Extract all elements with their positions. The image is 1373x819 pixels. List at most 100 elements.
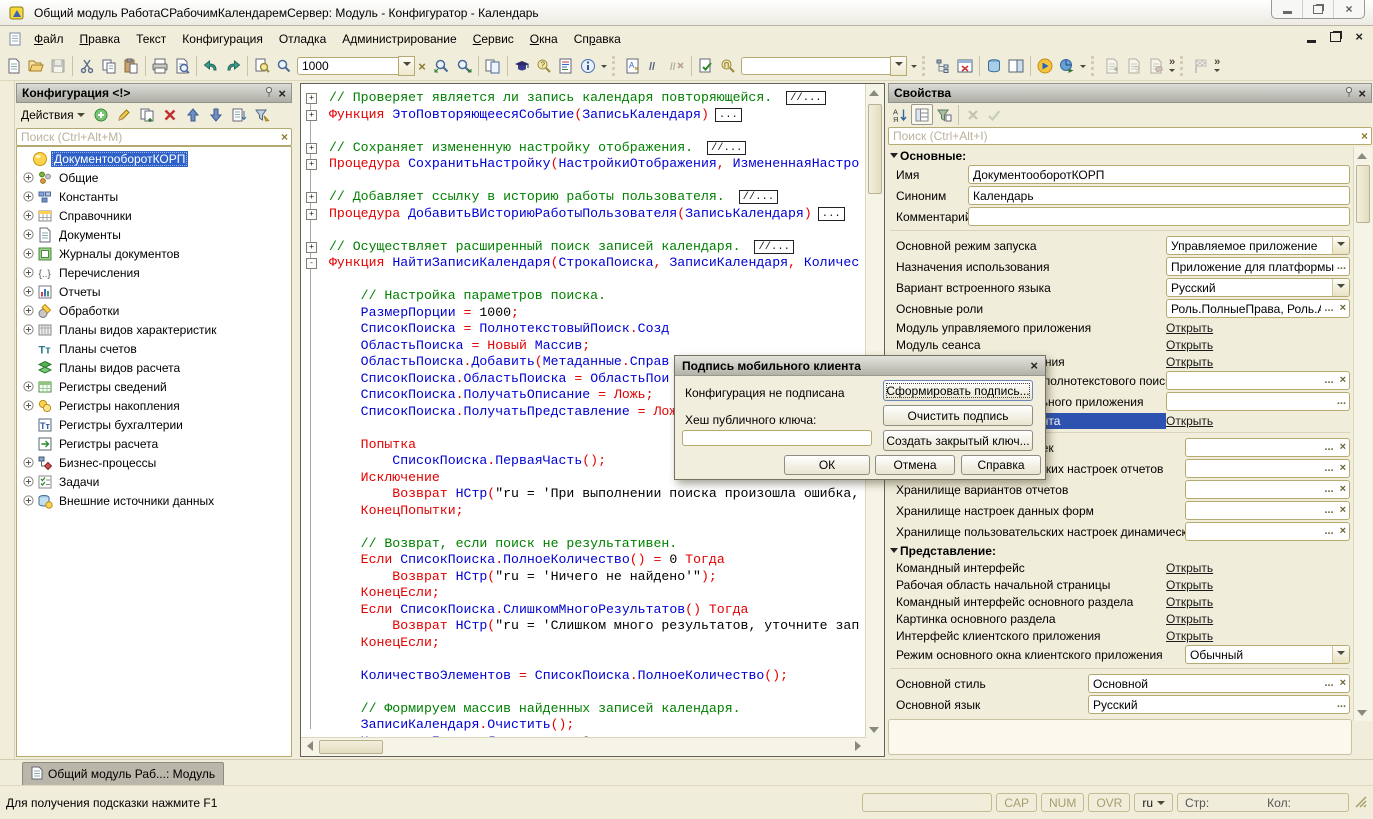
- dropdown-icon[interactable]: [1332, 237, 1349, 254]
- tree-item[interactable]: Документы: [17, 225, 291, 244]
- menu-administration[interactable]: Администрирование: [334, 29, 464, 49]
- expand-icon[interactable]: [22, 495, 35, 506]
- tree-item[interactable]: Константы: [17, 187, 291, 206]
- scroll-up-icon[interactable]: [866, 84, 882, 100]
- hash-input[interactable]: [682, 430, 872, 446]
- close-icon[interactable]: ×: [278, 87, 286, 100]
- find-in-files-icon[interactable]: [251, 55, 273, 77]
- dropdown-icon[interactable]: [1332, 646, 1349, 663]
- menu-help[interactable]: Справка: [566, 29, 629, 49]
- tree-item[interactable]: Задачи: [17, 472, 291, 491]
- open-link[interactable]: Открыть: [1166, 561, 1213, 575]
- collapsed-block-marker[interactable]: //...: [754, 240, 794, 254]
- tree-item[interactable]: Бизнес-процессы: [17, 453, 291, 472]
- tree-item[interactable]: Справочники: [17, 206, 291, 225]
- open-link[interactable]: Открыть: [1166, 414, 1213, 428]
- scrollbar-thumb[interactable]: [319, 740, 383, 754]
- tree-small-icon[interactable]: [932, 55, 954, 77]
- expand-icon[interactable]: [22, 324, 35, 335]
- clear-value-icon[interactable]: ×: [1337, 303, 1349, 314]
- open-link[interactable]: Открыть: [1166, 629, 1213, 643]
- find-prev-icon[interactable]: [453, 55, 475, 77]
- collapsed-block-marker[interactable]: ...: [715, 108, 742, 122]
- pin-icon[interactable]: [264, 86, 274, 101]
- copy-icon[interactable]: [98, 55, 120, 77]
- property-value-control[interactable]: Управляемое приложение: [1166, 236, 1350, 255]
- toolbar-overflow-button[interactable]: »: [1169, 58, 1175, 75]
- dropdown-caret-icon[interactable]: [1078, 55, 1088, 77]
- search-text-combo[interactable]: ×: [297, 56, 429, 76]
- tree-item[interactable]: Регистры сведений: [17, 377, 291, 396]
- expand-icon[interactable]: [22, 210, 35, 221]
- clear-value-icon[interactable]: ×: [1337, 442, 1349, 453]
- scroll-right-icon[interactable]: [850, 738, 866, 754]
- menu-edit[interactable]: Правка: [72, 29, 129, 49]
- ellipsis-button[interactable]: ...: [1321, 505, 1336, 516]
- zoom-mag-icon[interactable]: [273, 55, 295, 77]
- open-link[interactable]: Открыть: [1166, 321, 1213, 335]
- menu-service[interactable]: Сервис: [465, 29, 522, 49]
- tree-item[interactable]: Отчеты: [17, 282, 291, 301]
- clear-value-icon[interactable]: ×: [1337, 375, 1349, 386]
- language-selector[interactable]: ru: [1134, 793, 1173, 812]
- scroll-down-icon[interactable]: [1354, 705, 1370, 721]
- property-value-control[interactable]: [968, 207, 1350, 226]
- copy-pages-icon[interactable]: [482, 55, 504, 77]
- scrollbar-thumb[interactable]: [868, 104, 882, 194]
- x-gray-icon[interactable]: [963, 105, 983, 124]
- fold-expand-icon[interactable]: +: [306, 93, 317, 104]
- paste-icon[interactable]: [120, 55, 142, 77]
- scroll-down-icon[interactable]: [866, 722, 882, 738]
- property-value-control[interactable]: Приложение для платформы...: [1166, 257, 1350, 276]
- editor-horizontal-scrollbar[interactable]: [301, 737, 866, 756]
- window-close-button[interactable]: ×: [1334, 0, 1364, 18]
- close-icon[interactable]: ×: [1030, 359, 1038, 372]
- resize-grip[interactable]: [1353, 794, 1367, 811]
- tree-item[interactable]: Планы видов характеристик: [17, 320, 291, 339]
- collapsed-block-marker[interactable]: ...: [818, 207, 845, 221]
- redo-icon[interactable]: [222, 55, 244, 77]
- property-value-control[interactable]: ДокументооборотКОРП: [968, 165, 1350, 184]
- close-icon[interactable]: ×: [1358, 87, 1366, 100]
- tree-item[interactable]: Регистры накопления: [17, 396, 291, 415]
- filter-pencil-icon[interactable]: [251, 104, 273, 126]
- procedures-combo[interactable]: [741, 56, 907, 76]
- menu-windows[interactable]: Окна: [522, 29, 566, 49]
- tree-item[interactable]: ТтРегистры бухгалтерии: [17, 415, 291, 434]
- property-value-control[interactable]: Календарь: [968, 186, 1350, 205]
- scroll-left-icon[interactable]: [301, 738, 317, 754]
- play-icon[interactable]: [1034, 55, 1056, 77]
- open-link[interactable]: Открыть: [1166, 338, 1213, 352]
- page-plus-icon[interactable]: [1101, 55, 1123, 77]
- find-next-icon[interactable]: [431, 55, 453, 77]
- page-eraser-icon[interactable]: [1145, 55, 1167, 77]
- property-value-control[interactable]: ...×: [1185, 501, 1350, 520]
- flag-icon[interactable]: [1190, 55, 1212, 77]
- create-private-key-button[interactable]: Создать закрытый ключ...: [883, 430, 1033, 451]
- db-icon[interactable]: [983, 55, 1005, 77]
- add-green-icon[interactable]: [90, 104, 112, 126]
- combo-dropdown-icon[interactable]: [890, 56, 907, 76]
- property-value-control[interactable]: ...×: [1166, 371, 1350, 390]
- tab-module[interactable]: Общий модуль Раб...: Модуль: [22, 762, 224, 785]
- toolbar-grip[interactable]: [1180, 56, 1187, 76]
- down-arrow-icon[interactable]: [205, 104, 227, 126]
- tree-item[interactable]: Общие: [17, 168, 291, 187]
- syntax-check-icon[interactable]: [511, 55, 533, 77]
- proc-search-icon[interactable]: П: [717, 55, 739, 77]
- check-gray-icon[interactable]: [984, 105, 1004, 124]
- undo-icon[interactable]: [200, 55, 222, 77]
- tree-item[interactable]: ТтПланы счетов: [17, 339, 291, 358]
- dropdown-caret-icon[interactable]: [909, 55, 919, 77]
- tree-item[interactable]: Журналы документов: [17, 244, 291, 263]
- tree-item[interactable]: ДокументооборотКОРП: [17, 149, 291, 168]
- generate-signature-button[interactable]: Сформировать подпись...: [883, 380, 1033, 401]
- tree-item[interactable]: Регистры расчета: [17, 434, 291, 453]
- ellipsis-button[interactable]: ...: [1321, 526, 1336, 537]
- debug-icon[interactable]: [1056, 55, 1078, 77]
- ellipsis-button[interactable]: ...: [1321, 442, 1336, 453]
- tree-item[interactable]: Обработки: [17, 301, 291, 320]
- property-value-control[interactable]: ...: [1166, 392, 1350, 411]
- property-value-control[interactable]: Обычный: [1185, 645, 1350, 664]
- property-value-control[interactable]: Русский: [1166, 278, 1350, 297]
